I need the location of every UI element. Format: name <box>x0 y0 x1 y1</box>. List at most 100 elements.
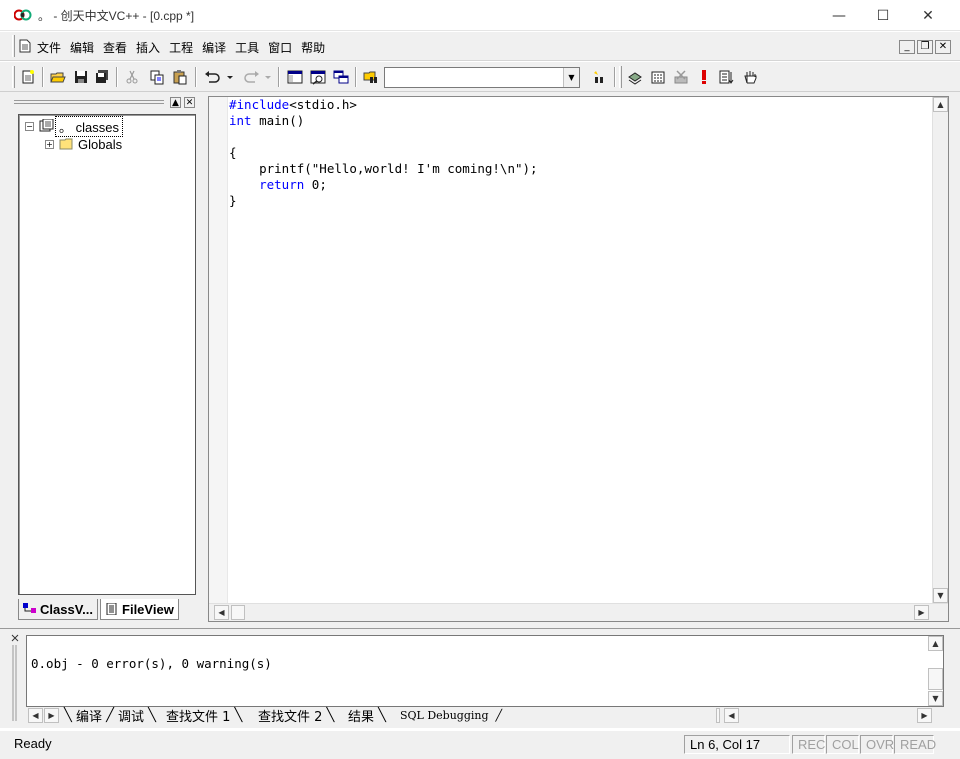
output-text-area[interactable]: 0.obj - 0 error(s), 0 warning(s) ▲ ▼ <box>26 635 944 707</box>
find-in-files-button[interactable] <box>361 67 381 87</box>
document-icon[interactable] <box>19 39 31 53</box>
output-hscroll-right-button[interactable]: ▶ <box>917 708 932 723</box>
menu-item[interactable]: 文件 <box>37 39 61 56</box>
tab-debug[interactable]: 调试 ╲ <box>118 707 156 725</box>
menu-item[interactable]: 编译 <box>202 39 226 56</box>
save-all-button[interactable] <box>92 67 112 87</box>
app-icon <box>14 9 32 21</box>
tree-label-globals[interactable]: Globals <box>75 137 125 152</box>
output-hscroll-left-button[interactable]: ◀ <box>724 708 739 723</box>
find-combo[interactable]: ▼ <box>384 67 580 88</box>
horizontal-scrollbar[interactable]: ◀ ▶ <box>209 603 948 621</box>
code-line[interactable]: { <box>229 145 538 161</box>
copy-button[interactable] <box>147 67 167 87</box>
output-scroll-down-button[interactable]: ▼ <box>928 691 943 706</box>
workspace-button[interactable] <box>285 67 305 87</box>
output-window-button[interactable] <box>308 67 328 87</box>
menu-item[interactable]: 帮助 <box>301 39 325 56</box>
breakpoint-button[interactable] <box>740 67 760 87</box>
menu-item[interactable]: 工具 <box>235 39 259 56</box>
tab-sql-debugging[interactable]: SQL Debugging ╱ <box>400 707 502 724</box>
undo-button[interactable] <box>201 67 235 87</box>
build-result-line: 0.obj - 0 error(s), 0 warning(s) <box>31 656 272 671</box>
menu-item[interactable]: 窗口 <box>268 39 292 56</box>
code-editor[interactable]: #include<stdio.h> int main() { printf("Hel… <box>208 96 949 622</box>
paste-button[interactable] <box>170 67 190 87</box>
tree-item-globals[interactable]: + Globals <box>45 135 125 153</box>
cut-button[interactable] <box>122 67 142 87</box>
maximize-button[interactable]: ☐ <box>860 0 906 31</box>
output-scroll-thumb[interactable] <box>928 668 943 690</box>
redo-button[interactable] <box>239 67 273 87</box>
scroll-left-button[interactable]: ◀ <box>214 605 229 620</box>
toolbar-separator <box>42 67 44 87</box>
tab-results[interactable]: 结果 ╲ <box>348 707 386 725</box>
menu-items: 文件 编辑 查看 插入 工程 编译 工具 窗口 帮助 <box>37 39 334 56</box>
menu-item[interactable]: 插入 <box>136 39 160 56</box>
tree-item-classes[interactable]: − 。 classes <box>25 115 123 137</box>
stop-build-button[interactable] <box>671 67 691 87</box>
build-icon <box>651 71 665 84</box>
tab-find-in-files-2[interactable]: 查找文件 2 ╲ <box>258 707 334 725</box>
scroll-thumb[interactable] <box>231 605 245 620</box>
undo-icon <box>205 71 233 83</box>
pane-restore-button[interactable]: ▲ <box>170 97 181 108</box>
tree-label-classes[interactable]: 。 classes <box>55 115 123 137</box>
scroll-right-button[interactable]: ▶ <box>914 605 929 620</box>
tabs-splitter[interactable] <box>716 708 720 723</box>
find-button[interactable] <box>590 67 610 87</box>
code-line[interactable] <box>229 129 538 145</box>
open-button[interactable] <box>48 67 68 87</box>
code-line[interactable]: #include<stdio.h> <box>229 97 538 113</box>
window-list-button[interactable] <box>331 67 351 87</box>
tab-find-in-files-1[interactable]: 查找文件 1 ╲ <box>166 707 242 725</box>
menu-item[interactable]: 编辑 <box>70 39 94 56</box>
menu-grip[interactable] <box>12 35 15 57</box>
code-text[interactable]: #include<stdio.h> int main() { printf("Hel… <box>229 97 538 209</box>
tab-classview[interactable]: ClassV... <box>18 599 99 620</box>
status-bar: Ready Ln 6, Col 17 REC COL OVR READ <box>0 730 960 759</box>
toolbar-grip[interactable] <box>619 66 622 88</box>
compile-button[interactable] <box>625 67 645 87</box>
save-all-icon <box>96 70 108 83</box>
pane-close-button[interactable]: ✕ <box>184 97 195 108</box>
chevron-down-icon[interactable]: ▼ <box>563 68 579 87</box>
tab-results-label: 结果 <box>348 710 375 725</box>
mdi-minimize-button[interactable]: _ <box>899 40 915 54</box>
scroll-down-button[interactable]: ▼ <box>933 588 948 603</box>
output-scroll-up-button[interactable]: ▲ <box>928 636 943 651</box>
go-button[interactable] <box>716 67 736 87</box>
execute-button[interactable] <box>694 67 714 87</box>
workspace-pane-header[interactable]: ▲ ✕ <box>10 96 200 110</box>
menu-item[interactable]: 查看 <box>103 39 127 56</box>
tab-fileview[interactable]: FileView <box>100 599 179 620</box>
output-pane-grip[interactable] <box>10 633 22 723</box>
toolbar-grip[interactable] <box>12 66 15 88</box>
new-file-button[interactable] <box>18 67 38 87</box>
toolbar-separator <box>278 67 280 87</box>
tabs-scroll-left-button[interactable]: ◀ <box>28 708 43 723</box>
editor-gutter[interactable] <box>209 97 228 603</box>
code-line[interactable]: } <box>229 193 538 209</box>
close-icon: ✕ <box>922 7 934 24</box>
build-button[interactable] <box>648 67 668 87</box>
mdi-restore-button[interactable]: ❐ <box>917 40 933 54</box>
mdi-close-button[interactable]: ✕ <box>935 40 951 54</box>
code-line[interactable]: int main() <box>229 113 538 129</box>
vertical-scrollbar[interactable]: ▲ ▼ <box>932 97 948 603</box>
expand-icon[interactable]: + <box>45 139 54 149</box>
save-button[interactable] <box>71 67 91 87</box>
scroll-up-button[interactable]: ▲ <box>933 97 948 112</box>
pane-grip[interactable] <box>14 100 164 104</box>
tabs-scroll-right-button[interactable]: ▶ <box>44 708 59 723</box>
classes-icon <box>39 119 54 132</box>
tab-build[interactable]: ╲ 编译 ╱ <box>64 707 114 725</box>
close-button[interactable]: ✕ <box>905 0 951 31</box>
code-line[interactable]: printf("Hello,world! I'm coming!\n"); <box>229 161 537 177</box>
code-text-segment: 0; <box>304 177 327 192</box>
code-line[interactable]: return 0; <box>229 177 538 193</box>
collapse-icon[interactable]: − <box>25 121 34 131</box>
menu-item[interactable]: 工程 <box>169 39 193 56</box>
minimize-button[interactable]: — <box>816 0 862 31</box>
class-tree[interactable]: − 。 classes + Globals <box>18 114 196 595</box>
